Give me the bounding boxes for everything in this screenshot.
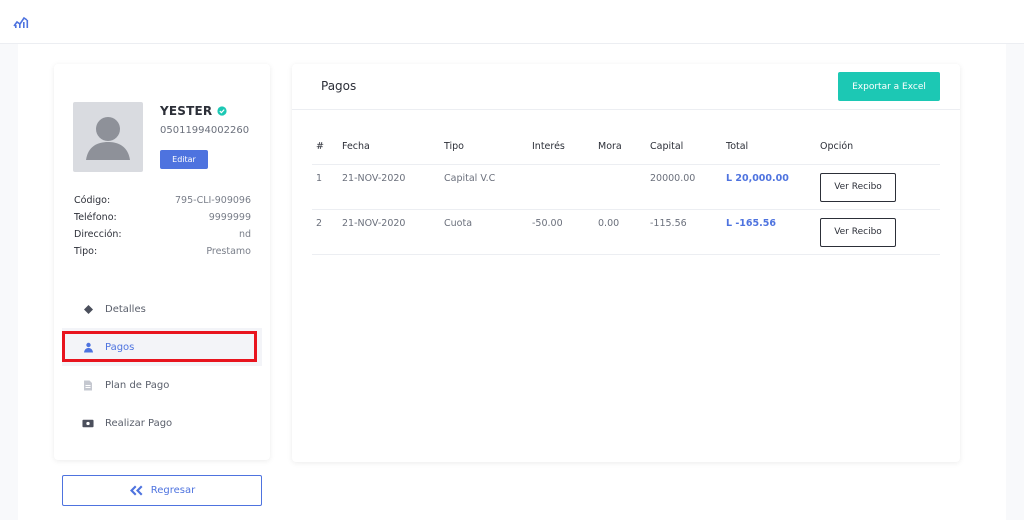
cell-interes: -50.00 xyxy=(528,209,594,255)
table-row: 2 21-NOV-2020 Cuota -50.00 0.00 -115.56 … xyxy=(312,209,940,255)
view-receipt-button[interactable]: Ver Recibo xyxy=(820,172,896,202)
cell-fecha: 21-NOV-2020 xyxy=(338,209,440,255)
back-button[interactable]: Regresar xyxy=(62,475,262,506)
export-excel-button[interactable]: Exportar a Excel xyxy=(838,72,940,101)
info-value: 795-CLI-909096 xyxy=(175,195,251,206)
column-header: Tipo xyxy=(440,130,528,165)
client-info-list: Código: 795-CLI-909096 Teléfono: 9999999… xyxy=(74,192,251,260)
user-icon xyxy=(82,341,94,353)
money-icon xyxy=(82,417,94,429)
info-value: Prestamo xyxy=(206,246,251,257)
cell-num: 2 xyxy=(312,209,338,255)
info-label: Dirección: xyxy=(74,229,122,240)
info-row-tipo: Tipo: Prestamo xyxy=(74,243,251,260)
edit-button[interactable]: Editar xyxy=(160,150,208,169)
table-row: 1 21-NOV-2020 Capital V.C 20000.00 L 20,… xyxy=(312,164,940,210)
info-value: 9999999 xyxy=(208,212,251,223)
client-profile-card: YESTER 05011994002260 Editar Código: 795… xyxy=(54,64,270,460)
view-receipt-button[interactable]: Ver Recibo xyxy=(820,217,896,247)
client-id-number: 05011994002260 xyxy=(160,125,250,136)
document-icon xyxy=(82,379,94,391)
back-button-label: Regresar xyxy=(150,485,196,496)
cell-total: L -165.56 xyxy=(722,209,816,255)
info-row-direccion: Dirección: nd xyxy=(74,226,251,243)
column-header: Opción xyxy=(816,130,940,165)
check-badge-icon xyxy=(217,106,227,116)
double-chevron-left-icon xyxy=(129,485,143,496)
cell-tipo: Capital V.C xyxy=(440,164,528,210)
nav-item-realizar-pago[interactable]: Realizar Pago xyxy=(62,404,262,442)
client-nav: Detalles Pagos Plan de Pago Realizar Pag… xyxy=(62,290,262,442)
payments-title: Pagos xyxy=(321,79,357,93)
cell-mora: 0.00 xyxy=(594,209,646,255)
top-bar xyxy=(0,0,1024,44)
nav-item-label: Detalles xyxy=(105,303,146,315)
cell-mora xyxy=(594,164,646,210)
card-divider xyxy=(292,109,960,110)
column-header: Fecha xyxy=(338,130,440,165)
client-name-row: YESTER xyxy=(160,104,227,118)
info-label: Código: xyxy=(74,195,111,206)
info-label: Teléfono: xyxy=(74,212,117,223)
cell-interes xyxy=(528,164,594,210)
nav-item-label: Plan de Pago xyxy=(105,379,170,391)
info-label: Tipo: xyxy=(74,246,98,257)
cell-capital: 20000.00 xyxy=(646,164,722,210)
info-row-codigo: Código: 795-CLI-909096 xyxy=(74,192,251,209)
cell-option: Ver Recibo xyxy=(816,164,940,210)
cell-num: 1 xyxy=(312,164,338,210)
layers-icon xyxy=(82,303,94,315)
column-header: Interés xyxy=(528,130,594,165)
avatar xyxy=(73,102,143,172)
info-row-telefono: Teléfono: 9999999 xyxy=(74,209,251,226)
nav-item-label: Realizar Pago xyxy=(105,417,173,429)
user-avatar-icon xyxy=(86,117,130,160)
nav-item-plan-de-pago[interactable]: Plan de Pago xyxy=(62,366,262,404)
client-name: YESTER xyxy=(160,104,213,118)
table-header-row: # Fecha Tipo Interés Mora Capital Total … xyxy=(312,130,940,165)
payments-table: # Fecha Tipo Interés Mora Capital Total … xyxy=(312,130,940,255)
nav-item-detalles[interactable]: Detalles xyxy=(62,290,262,328)
chart-analytics-icon[interactable] xyxy=(13,14,29,28)
cell-option: Ver Recibo xyxy=(816,209,940,255)
column-header: # xyxy=(312,130,338,165)
column-header: Capital xyxy=(646,130,722,165)
column-header: Mora xyxy=(594,130,646,165)
info-value: nd xyxy=(238,229,251,240)
cell-capital: -115.56 xyxy=(646,209,722,255)
nav-item-pagos[interactable]: Pagos xyxy=(62,328,262,366)
cell-total: L 20,000.00 xyxy=(722,164,816,210)
cell-fecha: 21-NOV-2020 xyxy=(338,164,440,210)
payments-card: Pagos Exportar a Excel # Fecha Tipo Inte… xyxy=(292,64,960,462)
column-header: Total xyxy=(722,130,816,165)
cell-tipo: Cuota xyxy=(440,209,528,255)
nav-item-label: Pagos xyxy=(105,341,135,353)
